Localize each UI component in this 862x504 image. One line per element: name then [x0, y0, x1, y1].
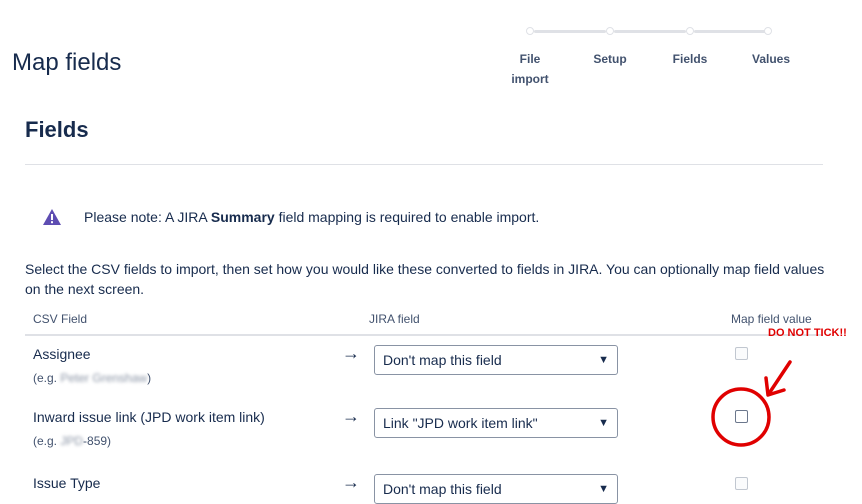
field-name-assignee: Assignee	[33, 346, 91, 362]
progress-step-fields: Fields	[672, 52, 708, 66]
redacted-value: JPD	[60, 434, 84, 448]
column-header-csv-field: CSV Field	[33, 312, 88, 326]
warning-icon	[42, 208, 62, 226]
field-name-issue-type: Issue Type	[33, 475, 101, 491]
arrow-right-icon: →	[342, 472, 360, 492]
progress-step-setup: Setup	[593, 52, 627, 66]
chevron-down-icon: ▼	[598, 354, 609, 366]
field-name-inward-issue-link: Inward issue link (JPD work item link)	[33, 409, 265, 425]
progress-step-dot	[764, 27, 772, 35]
section-title: Fields	[25, 117, 89, 142]
jira-field-select[interactable]: Link "JPD work item link" ▼	[374, 408, 618, 438]
page-title: Map fields	[12, 49, 122, 76]
annotation-circle-arrow	[711, 360, 792, 447]
progress-step-dot	[526, 27, 534, 35]
map-field-value-checkbox[interactable]	[735, 477, 748, 490]
jira-field-select[interactable]: Don't map this field ▼	[374, 474, 618, 504]
field-example: (e.g. JPD-859)	[33, 434, 112, 448]
progress-step-file-import: File import	[511, 52, 549, 86]
chevron-down-icon: ▼	[598, 483, 609, 495]
divider	[25, 164, 823, 165]
arrow-right-icon: →	[342, 406, 360, 426]
progress-track-segment	[534, 30, 606, 33]
progress-step-dot	[686, 27, 694, 35]
notice-text: Please note: A JIRA Summary field mappin…	[84, 209, 540, 225]
table-header-rule	[25, 334, 823, 336]
chevron-down-icon: ▼	[598, 417, 609, 429]
progress-tracker: File import Setup Fields Values	[500, 26, 820, 96]
notice: Please note: A JIRA Summary field mappin…	[42, 205, 539, 229]
intro-text: Select the CSV fields to import, then se…	[25, 261, 825, 297]
progress-track-segment	[694, 30, 766, 33]
notice-bold: Summary	[210, 209, 275, 225]
jira-field-select[interactable]: Don't map this field ▼	[374, 345, 618, 375]
column-header-map-field-value: Map field value	[731, 312, 812, 326]
progress-step-values: Values	[751, 52, 791, 66]
column-header-jira-field: JIRA field	[369, 312, 420, 326]
field-example: (e.g. Peter Grenshaw)	[33, 371, 152, 385]
arrow-right-icon: →	[342, 343, 360, 363]
redacted-value: Peter Grenshaw	[60, 371, 148, 385]
progress-step-dot	[606, 27, 614, 35]
annotation-text: DO NOT TICK!!	[768, 327, 847, 339]
progress-track-segment	[614, 30, 686, 33]
